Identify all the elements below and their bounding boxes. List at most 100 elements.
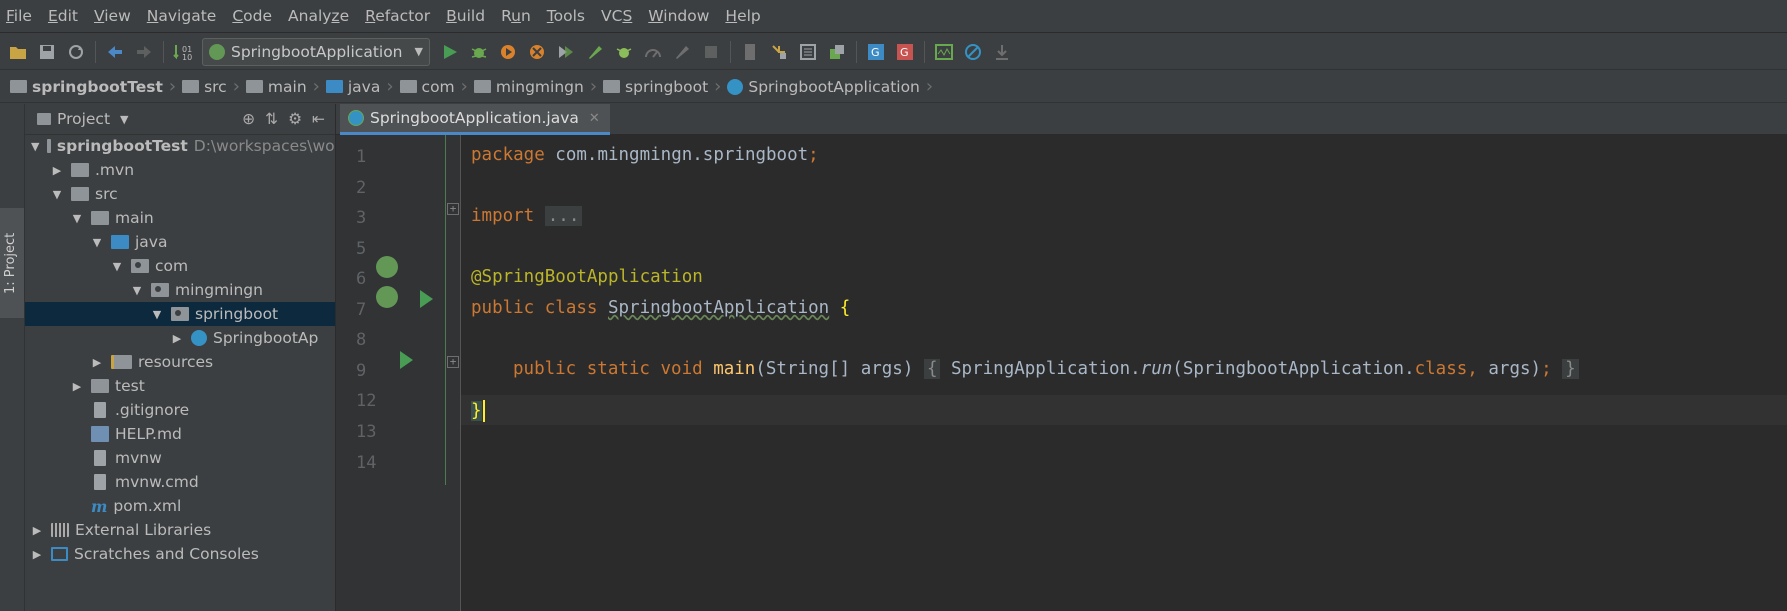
menu-view[interactable]: View bbox=[94, 7, 131, 25]
database-icon[interactable] bbox=[827, 42, 847, 62]
breadcrumb-item[interactable]: src › bbox=[182, 76, 246, 97]
download-icon[interactable] bbox=[992, 42, 1012, 62]
tree-root[interactable]: ▼ springbootTest D:\workspaces\wor bbox=[25, 134, 335, 158]
hide-icon[interactable]: ⇤ bbox=[312, 110, 325, 128]
debug-bug-icon[interactable] bbox=[614, 42, 634, 62]
run-icon[interactable] bbox=[440, 42, 460, 62]
tree-item-mingmingn[interactable]: ▼ mingmingn bbox=[25, 278, 335, 302]
run-class-icon[interactable] bbox=[420, 290, 433, 308]
tree-item-help-md[interactable]: HELP.md bbox=[25, 422, 335, 446]
collapsed-arrow-icon[interactable]: ▶ bbox=[91, 356, 103, 369]
breadcrumb-item[interactable]: mingmingn › bbox=[473, 76, 603, 97]
tree-item-com[interactable]: ▼ com bbox=[25, 254, 335, 278]
tree-item-gitignore[interactable]: .gitignore bbox=[25, 398, 335, 422]
expanded-arrow-icon[interactable]: ▼ bbox=[151, 308, 163, 321]
gauge-icon[interactable] bbox=[643, 42, 663, 62]
menu-bar: File Edit View Navigate Code Analyze Ref… bbox=[0, 0, 1787, 33]
collapse-icon[interactable]: ⇅ bbox=[265, 110, 278, 128]
expanded-arrow-icon[interactable]: ▼ bbox=[71, 212, 83, 225]
spring-class-icon[interactable] bbox=[376, 286, 398, 308]
chevron-down-icon[interactable]: ▼ bbox=[120, 113, 128, 126]
tree-item-src[interactable]: ▼ src bbox=[25, 182, 335, 206]
tree-item-springboot[interactable]: ▼ springboot bbox=[25, 302, 335, 326]
project-panel-title[interactable]: Project bbox=[57, 110, 110, 128]
breadcrumb-item[interactable]: main › bbox=[245, 76, 326, 97]
breadcrumb-item[interactable]: springboot › bbox=[603, 76, 727, 97]
collapsed-arrow-icon[interactable]: ▶ bbox=[71, 380, 83, 393]
translate-icon[interactable]: G bbox=[866, 42, 886, 62]
breadcrumb-item[interactable]: com › bbox=[399, 76, 474, 97]
expanded-arrow-icon[interactable]: ▼ bbox=[51, 188, 63, 201]
expanded-arrow-icon[interactable]: ▼ bbox=[31, 140, 39, 153]
collapsed-arrow-icon[interactable]: ▶ bbox=[31, 524, 43, 537]
project-structure-icon[interactable] bbox=[769, 42, 789, 62]
line-number: 2 bbox=[356, 178, 367, 198]
disable-icon[interactable] bbox=[963, 42, 983, 62]
tree-item-test[interactable]: ▶ test bbox=[25, 374, 335, 398]
expanded-arrow-icon[interactable]: ▼ bbox=[111, 260, 123, 273]
run-configuration-dropdown[interactable]: SpringbootApplication ▼ bbox=[202, 37, 430, 66]
monitor-icon[interactable] bbox=[934, 42, 954, 62]
tree-item-resources[interactable]: ▶ resources bbox=[25, 350, 335, 374]
hot-swap-icon[interactable] bbox=[585, 42, 605, 62]
sync-icon[interactable] bbox=[66, 42, 86, 62]
attach-icon[interactable] bbox=[672, 42, 692, 62]
code-editor[interactable]: 1 2 3 5 6 7 8 9 12 13 14 + + package com… bbox=[336, 135, 1787, 611]
gear-icon[interactable]: ⚙ bbox=[288, 110, 302, 128]
breadcrumb-item[interactable]: SpringbootApplication › bbox=[727, 76, 939, 97]
tree-item-pom-xml[interactable]: m pom.xml bbox=[25, 494, 335, 518]
expanded-arrow-icon[interactable]: ▼ bbox=[91, 236, 103, 249]
translate-alt-icon[interactable]: G bbox=[895, 42, 915, 62]
run-main-icon[interactable] bbox=[400, 351, 413, 369]
resources-folder-icon bbox=[111, 355, 132, 369]
breadcrumb-separator-icon: › bbox=[925, 76, 934, 97]
back-arrow-icon[interactable] bbox=[105, 42, 125, 62]
menu-help[interactable]: Help bbox=[725, 7, 760, 25]
collapsed-arrow-icon[interactable]: ▶ bbox=[171, 332, 183, 345]
menu-file[interactable]: File bbox=[6, 7, 32, 25]
tree-item-mvnw[interactable]: mvnw bbox=[25, 446, 335, 470]
profile-icon[interactable] bbox=[527, 42, 547, 62]
fold-plus-icon[interactable]: + bbox=[447, 356, 459, 368]
tree-item-main[interactable]: ▼ main bbox=[25, 206, 335, 230]
debug-icon[interactable] bbox=[469, 42, 489, 62]
forward-arrow-icon[interactable] bbox=[134, 42, 154, 62]
locate-icon[interactable]: ⊕ bbox=[242, 110, 255, 128]
menu-navigate[interactable]: Navigate bbox=[147, 7, 217, 25]
collapsed-arrow-icon[interactable]: ▶ bbox=[51, 164, 63, 177]
spring-bean-icon[interactable] bbox=[376, 256, 398, 278]
markdown-file-icon bbox=[91, 426, 109, 442]
build-icon[interactable]: 01 10 bbox=[173, 42, 193, 62]
menu-run[interactable]: Run bbox=[501, 7, 531, 25]
expanded-arrow-icon[interactable]: ▼ bbox=[131, 284, 143, 297]
menu-tools[interactable]: Tools bbox=[547, 7, 585, 25]
sdk-icon[interactable] bbox=[740, 42, 760, 62]
concurrency-icon[interactable] bbox=[556, 42, 576, 62]
menu-vcs[interactable]: VCS bbox=[601, 7, 632, 25]
editor-tab[interactable]: SpringbootApplication.java ✕ bbox=[340, 104, 610, 135]
collapsed-arrow-icon[interactable]: ▶ bbox=[31, 548, 43, 561]
tree-item-springbootapplication[interactable]: ▶ SpringbootAp bbox=[25, 326, 335, 350]
menu-analyze[interactable]: Analyze bbox=[288, 7, 349, 25]
folded-imports[interactable]: ... bbox=[544, 206, 583, 226]
tree-item-external-libraries[interactable]: ▶ External Libraries bbox=[25, 518, 335, 542]
menu-edit[interactable]: Edit bbox=[48, 7, 78, 25]
save-icon[interactable] bbox=[37, 42, 57, 62]
menu-window[interactable]: Window bbox=[648, 7, 709, 25]
fold-plus-icon[interactable]: + bbox=[447, 203, 459, 215]
coverage-icon[interactable] bbox=[498, 42, 518, 62]
tree-item-mvnw-cmd[interactable]: mvnw.cmd bbox=[25, 470, 335, 494]
menu-build[interactable]: Build bbox=[446, 7, 485, 25]
stop-icon[interactable] bbox=[701, 42, 721, 62]
structure-icon[interactable] bbox=[798, 42, 818, 62]
tree-item-java[interactable]: ▼ java bbox=[25, 230, 335, 254]
breadcrumb-item[interactable]: java › bbox=[325, 76, 400, 97]
tree-item-mvn[interactable]: ▶ .mvn bbox=[25, 158, 335, 182]
breadcrumb-item[interactable]: springbootTest › bbox=[10, 76, 182, 97]
tree-item-scratches[interactable]: ▶ Scratches and Consoles bbox=[25, 542, 335, 566]
close-icon[interactable]: ✕ bbox=[589, 111, 600, 126]
project-icon bbox=[37, 113, 51, 125]
menu-refactor[interactable]: Refactor bbox=[365, 7, 430, 25]
menu-code[interactable]: Code bbox=[232, 7, 272, 25]
open-folder-icon[interactable] bbox=[8, 42, 28, 62]
